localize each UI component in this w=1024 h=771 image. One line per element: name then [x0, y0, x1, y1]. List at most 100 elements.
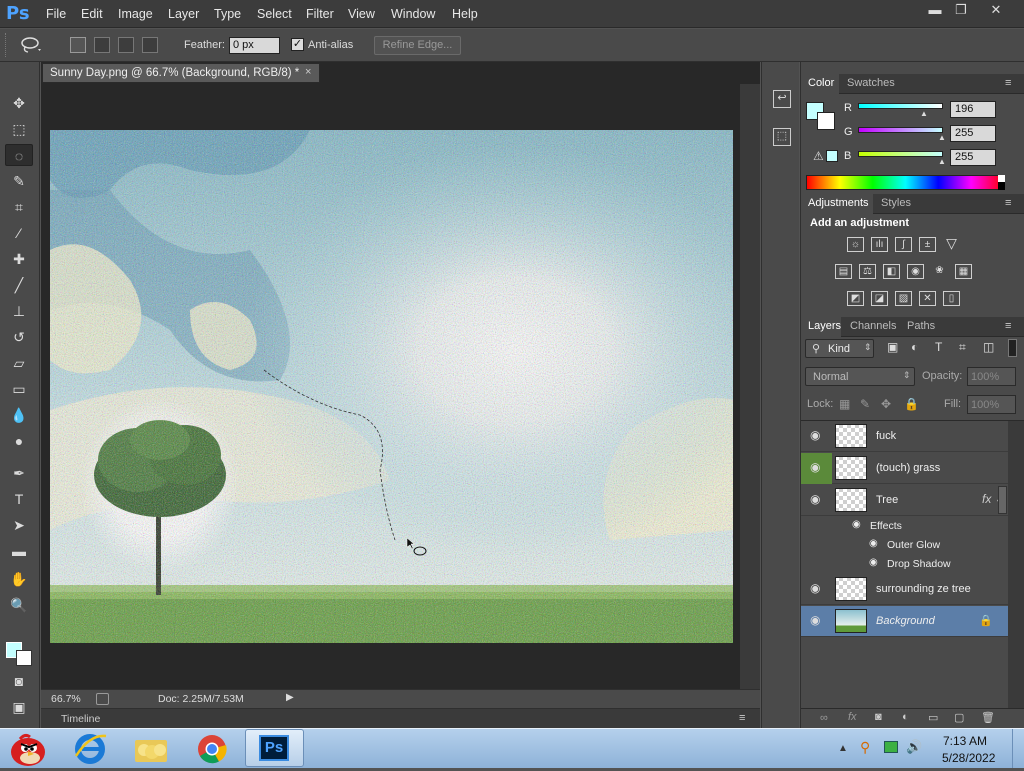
- layer-name[interactable]: surrounding ze tree: [876, 583, 971, 595]
- path-select-tool-icon[interactable]: ➤: [5, 514, 33, 536]
- background-color-swatch[interactable]: [16, 650, 32, 666]
- layer-name[interactable]: (touch) grass: [876, 462, 940, 474]
- lock-pixels-icon[interactable]: ✎: [860, 397, 870, 411]
- tray-volume-icon[interactable]: 🔊: [906, 739, 922, 755]
- tray-expand-icon[interactable]: ▲: [838, 743, 848, 754]
- gamut-swatch[interactable]: [826, 150, 838, 162]
- channel-g-input[interactable]: 255: [950, 125, 996, 142]
- ramp-black-swatch[interactable]: [998, 182, 1005, 190]
- chrome-icon[interactable]: [195, 732, 229, 766]
- filter-shape-icon[interactable]: ⌗: [959, 340, 966, 355]
- history-brush-tool-icon[interactable]: ↺: [5, 326, 33, 348]
- black-white-icon[interactable]: ◧: [883, 264, 900, 279]
- layer-name[interactable]: fuck: [876, 430, 896, 442]
- internet-explorer-icon[interactable]: [72, 732, 108, 766]
- channel-b-input[interactable]: 255: [950, 149, 996, 166]
- effect-eye-icon[interactable]: ◉: [869, 557, 878, 568]
- type-tool-icon[interactable]: T: [5, 488, 33, 510]
- effect-eye-icon[interactable]: ◉: [869, 538, 878, 549]
- layers-panel-menu-icon[interactable]: ≡: [1005, 320, 1011, 332]
- menu-help[interactable]: Help: [452, 7, 478, 21]
- new-adjustment-icon[interactable]: ◐: [902, 711, 909, 723]
- refine-edge-button[interactable]: Refine Edge...: [374, 36, 461, 55]
- effects-row[interactable]: ◉ Effects: [801, 516, 1008, 535]
- close-button[interactable]: ✕: [979, 2, 1013, 18]
- slider-g-track[interactable]: [858, 127, 943, 133]
- layer-name[interactable]: Tree: [876, 494, 898, 506]
- visibility-eye-icon[interactable]: ◉: [810, 614, 824, 626]
- clock-time[interactable]: 7:13 AM: [943, 734, 987, 748]
- filter-toggle[interactable]: [1008, 339, 1017, 357]
- lasso-tool-icon[interactable]: ◌: [5, 144, 33, 166]
- layer-row[interactable]: ◉ fuck: [801, 421, 1008, 452]
- tray-search-icon[interactable]: ⚲: [860, 739, 870, 756]
- tab-styles[interactable]: Styles: [881, 197, 911, 209]
- blur-tool-icon[interactable]: 💧: [5, 404, 33, 426]
- visibility-eye-icon[interactable]: ◉: [810, 429, 824, 441]
- ramp-white-swatch[interactable]: [998, 175, 1005, 182]
- filter-adjustment-icon[interactable]: ◐: [911, 340, 918, 354]
- layer-row-selected[interactable]: ◉ Background 🔒: [801, 606, 1008, 637]
- selective-color-icon[interactable]: ✕: [919, 291, 936, 306]
- vibrance-icon[interactable]: ▽: [943, 236, 960, 252]
- channel-mixer-icon[interactable]: ❀: [931, 264, 948, 279]
- slider-r-thumb[interactable]: ▲: [920, 109, 928, 118]
- menu-image[interactable]: Image: [118, 7, 153, 21]
- eyedropper-tool-icon[interactable]: ⁄: [5, 222, 33, 244]
- opacity-input[interactable]: 100%: [967, 367, 1016, 386]
- healing-brush-tool-icon[interactable]: ✚: [5, 248, 33, 270]
- layers-scroll-thumb[interactable]: [998, 486, 1007, 514]
- subtract-selection-icon[interactable]: [118, 37, 134, 53]
- tray-network-icon[interactable]: [884, 741, 898, 753]
- history-panel-icon[interactable]: ↩: [773, 90, 791, 108]
- menu-select[interactable]: Select: [257, 7, 292, 21]
- menu-layer[interactable]: Layer: [168, 7, 199, 21]
- timeline-tab[interactable]: Timeline: [61, 713, 100, 725]
- layer-row[interactable]: ◉ (touch) grass: [801, 453, 1008, 484]
- menu-view[interactable]: View: [348, 7, 375, 21]
- hand-tool-icon[interactable]: ✋: [5, 568, 33, 590]
- pen-tool-icon[interactable]: ✒: [5, 462, 33, 484]
- quick-mask-icon[interactable]: ◙: [5, 670, 33, 692]
- brush-tool-icon[interactable]: ╱: [5, 274, 33, 296]
- screen-mode-icon[interactable]: ▣: [5, 696, 33, 718]
- taskbar-photoshop-button[interactable]: Ps: [245, 729, 304, 767]
- clone-stamp-tool-icon[interactable]: ⊥: [5, 300, 33, 322]
- layer-fx-icon[interactable]: fx: [982, 492, 991, 506]
- kind-filter-select[interactable]: ⚲ Kind ⇕: [805, 339, 874, 358]
- status-menu-arrow-icon[interactable]: ▶: [286, 692, 294, 703]
- eraser-tool-icon[interactable]: ▱: [5, 352, 33, 374]
- move-tool-icon[interactable]: ✥: [5, 92, 33, 114]
- clock-date[interactable]: 5/28/2022: [942, 751, 995, 765]
- visibility-eye-icon[interactable]: ◉: [810, 493, 824, 505]
- adjustments-panel-menu-icon[interactable]: ≡: [1005, 197, 1011, 209]
- curves-icon[interactable]: ∫: [895, 237, 912, 252]
- lock-transparent-icon[interactable]: ▦: [839, 397, 850, 411]
- tab-paths[interactable]: Paths: [907, 320, 935, 332]
- zoom-tool-icon[interactable]: 🔍: [5, 594, 33, 616]
- tab-color[interactable]: Color: [808, 77, 834, 89]
- color-balance-icon[interactable]: ⚖: [859, 264, 876, 279]
- show-desktop-button[interactable]: [1012, 729, 1024, 768]
- slider-b-track[interactable]: [858, 151, 943, 157]
- image-canvas[interactable]: [50, 130, 733, 643]
- feather-input[interactable]: 0 px: [229, 37, 280, 54]
- link-layers-icon[interactable]: ∞: [820, 712, 828, 724]
- status-options-icon[interactable]: [96, 693, 109, 705]
- timeline-menu-icon[interactable]: ≡: [739, 712, 745, 724]
- hue-saturation-icon[interactable]: ▤: [835, 264, 852, 279]
- channel-r-input[interactable]: 196: [950, 101, 996, 118]
- fill-input[interactable]: 100%: [967, 395, 1016, 414]
- layer-row[interactable]: ◉ Tree fx ▾: [801, 485, 1008, 516]
- color-panel-menu-icon[interactable]: ≡: [1005, 77, 1011, 89]
- crop-tool-icon[interactable]: ⌗: [5, 196, 33, 218]
- blend-mode-select[interactable]: Normal ⇕: [805, 367, 915, 386]
- tab-layers[interactable]: Layers: [808, 320, 841, 332]
- tab-swatches[interactable]: Swatches: [847, 77, 895, 89]
- filter-smart-object-icon[interactable]: ◫: [983, 340, 994, 354]
- posterize-icon[interactable]: ◪: [871, 291, 888, 306]
- new-group-icon[interactable]: ▭: [928, 711, 938, 724]
- close-tab-icon[interactable]: ×: [305, 66, 311, 78]
- menu-type[interactable]: Type: [214, 7, 241, 21]
- slider-r-track[interactable]: [858, 103, 943, 109]
